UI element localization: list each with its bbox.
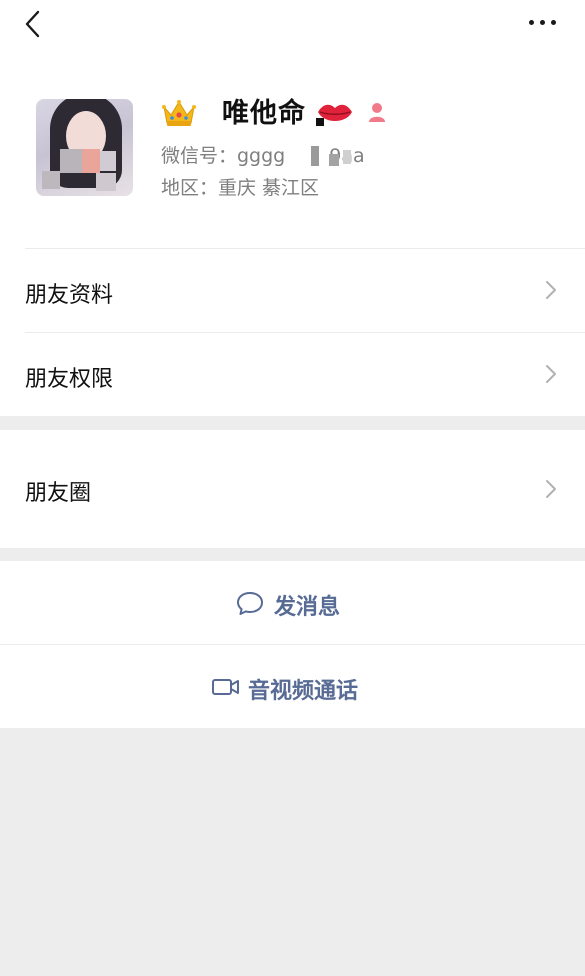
chevron-right-icon: [546, 281, 556, 299]
video-camera-icon: [212, 679, 239, 695]
friend-permissions-label: 朋友权限: [25, 367, 114, 392]
actions-section: 发消息 音视频通话: [0, 561, 585, 728]
send-message-label: 发消息: [274, 595, 341, 620]
lips-icon: [316, 104, 352, 126]
chevron-right-icon: [546, 365, 556, 383]
chevron-right-icon: [546, 480, 556, 498]
redaction-block: [311, 146, 319, 166]
chevron-left-icon: [25, 10, 40, 38]
redaction-block: [329, 154, 339, 166]
moments-label: 朋友圈: [25, 481, 92, 506]
avatar[interactable]: [36, 99, 133, 196]
video-call-label: 音视频通话: [248, 679, 359, 704]
redaction-block: [343, 150, 351, 164]
chat-bubble-icon: [237, 592, 263, 615]
friend-info-label: 朋友资料: [25, 283, 114, 308]
more-dot-icon: [529, 20, 534, 25]
more-dot-icon: [551, 20, 556, 25]
moments-row[interactable]: 朋友圈: [0, 430, 585, 548]
back-button[interactable]: [20, 8, 50, 40]
video-call-button[interactable]: 音视频通话: [0, 645, 585, 728]
friend-info-row[interactable]: 朋友资料: [0, 249, 585, 332]
navigation-bar: [0, 0, 585, 50]
more-button[interactable]: [526, 14, 560, 30]
region: 地区：重庆 綦江区: [161, 177, 320, 199]
crown-icon: [162, 100, 196, 126]
nickname: 唯他命: [222, 98, 306, 129]
send-message-button[interactable]: 发消息: [0, 561, 585, 644]
more-dot-icon: [540, 20, 545, 25]
female-icon: [369, 103, 385, 122]
friend-permissions-row[interactable]: 朋友权限: [0, 333, 585, 416]
